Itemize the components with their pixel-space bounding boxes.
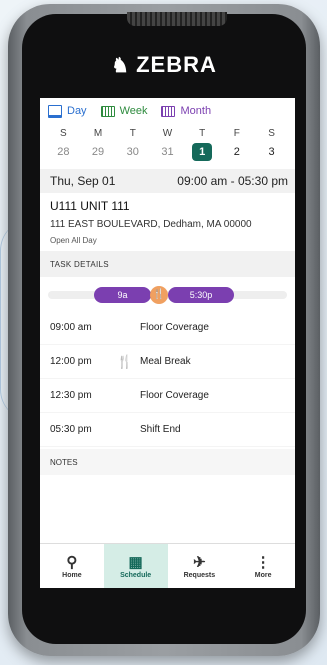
- task-time: 05:30 pm: [50, 424, 92, 435]
- date-cell[interactable]: 2: [222, 143, 252, 161]
- week-view-icon: [100, 105, 115, 117]
- weekday-label: W: [162, 128, 173, 139]
- view-day-label: Day: [67, 105, 87, 117]
- airplane-icon: ✈: [193, 553, 206, 571]
- view-switcher: Day Week Month: [40, 98, 295, 124]
- unit-address: 111 EAST BOULEVARD, Dedham, MA 00000: [50, 219, 252, 230]
- weekday-label: F: [233, 128, 240, 139]
- nav-requests[interactable]: ✈ Requests: [168, 544, 232, 588]
- task-row[interactable]: 12:00 pm 🍴 Meal Break: [40, 345, 295, 379]
- brand-name: ZEBRA: [136, 52, 217, 77]
- nav-home[interactable]: ⚲ Home: [40, 544, 104, 588]
- nav-label: Home: [62, 571, 82, 579]
- shift-timeline: 9a 5:30p 🍴: [40, 277, 295, 311]
- calendar-icon: ▦: [128, 553, 143, 571]
- open-hours: Open All Day: [50, 236, 97, 245]
- nav-schedule[interactable]: ▦ Schedule: [103, 544, 168, 588]
- nav-label: Schedule: [120, 571, 152, 579]
- weekday-label: T: [199, 128, 206, 139]
- view-month-label: Month: [180, 105, 212, 117]
- task-time: 09:00 am: [50, 322, 92, 333]
- weekday-header: S M T W T F S: [40, 124, 295, 143]
- zebra-head-icon: ♞: [111, 55, 131, 77]
- view-week-button[interactable]: Week: [100, 105, 148, 117]
- fork-knife-icon: 🍴: [150, 286, 168, 304]
- day-header: Thu, Sep 01 09:00 am - 05:30 pm: [40, 169, 295, 193]
- task-time: 12:30 pm: [50, 390, 92, 401]
- fork-knife-icon: 🍴: [116, 353, 134, 369]
- date-cell[interactable]: 29: [83, 143, 113, 161]
- month-view-icon: [161, 105, 176, 117]
- nav-label: Requests: [183, 571, 216, 579]
- nav-label: More: [254, 571, 272, 579]
- weekday-label: M: [93, 128, 103, 139]
- shift-hours: 09:00 am - 05:30 pm: [177, 174, 288, 188]
- weekday-label: S: [60, 128, 67, 139]
- timeline-start-segment: 9a: [94, 287, 151, 303]
- task-label: Meal Break: [140, 356, 191, 367]
- unit-name: U111 UNIT 111: [50, 199, 130, 213]
- nav-more[interactable]: ⋮ More: [231, 544, 295, 588]
- task-time: 12:00 pm: [50, 356, 92, 367]
- task-details-header: TASK DETAILS: [40, 251, 295, 277]
- bottom-nav: ⚲ Home ▦ Schedule ✈ Requests ⋮ More: [40, 543, 295, 588]
- date-cell-selected[interactable]: 1: [192, 143, 213, 161]
- view-week-label: Week: [119, 105, 148, 117]
- weekday-label: S: [268, 128, 275, 139]
- task-row[interactable]: 05:30 pm Shift End: [40, 413, 295, 447]
- speaker-grille: [127, 12, 227, 26]
- date-cell[interactable]: 31: [152, 143, 182, 161]
- app-screen: Day Week Month S M T W T F S 28 29 30 31…: [40, 98, 295, 588]
- task-label: Floor Coverage: [140, 390, 209, 401]
- date-cell[interactable]: 28: [48, 143, 78, 161]
- more-vertical-icon: ⋮: [255, 553, 271, 571]
- task-row[interactable]: 09:00 am Floor Coverage: [40, 311, 295, 345]
- view-day-button[interactable]: Day: [48, 104, 87, 118]
- location-card: U111 UNIT 111 111 EAST BOULEVARD, Dedham…: [40, 193, 295, 251]
- day-view-icon: [48, 104, 62, 118]
- device-frame: ♞ ZEBRA Day Week Month S M T W T F S 28 …: [8, 4, 320, 656]
- day-date: Thu, Sep 01: [50, 174, 116, 188]
- brand-logo: ♞ ZEBRA: [22, 52, 306, 78]
- date-cell[interactable]: 3: [257, 143, 287, 161]
- weekday-label: T: [129, 128, 136, 139]
- task-row[interactable]: 12:30 pm Floor Coverage: [40, 379, 295, 413]
- task-label: Floor Coverage: [140, 322, 209, 333]
- week-dates: 28 29 30 31 1 2 3: [40, 143, 295, 161]
- task-label: Shift End: [140, 424, 181, 435]
- notes-header: NOTES: [40, 449, 295, 475]
- timeline-end-segment: 5:30p: [168, 287, 234, 303]
- view-month-button[interactable]: Month: [161, 105, 211, 117]
- device-face: ♞ ZEBRA Day Week Month S M T W T F S 28 …: [22, 12, 306, 644]
- person-icon: ⚲: [66, 553, 78, 571]
- date-cell[interactable]: 30: [118, 143, 148, 161]
